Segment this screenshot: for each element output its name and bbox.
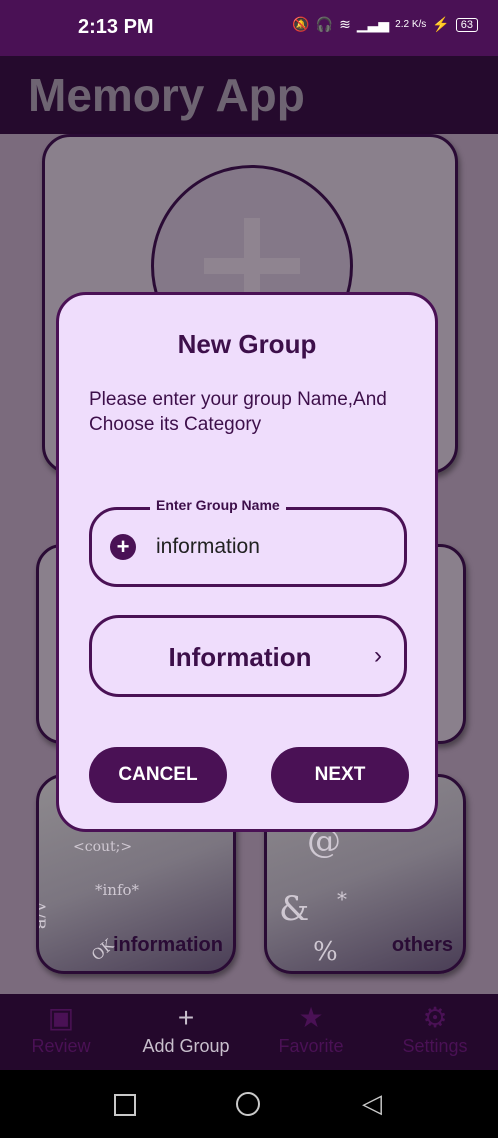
deco-text: % <box>313 937 338 967</box>
deco-text: A/B <box>36 901 49 930</box>
status-icons: 🔕 🎧 ≋ ▁▃▅ 2.2 K/s ⚡ 63 <box>292 16 478 33</box>
system-nav-bar: ◁ <box>0 1070 498 1138</box>
group-name-field[interactable]: Enter Group Name + <box>89 497 407 587</box>
signal-icon: ▁▃▅ <box>356 16 390 32</box>
dialog-title: New Group <box>177 329 317 359</box>
field-label: Enter Group Name <box>150 497 286 513</box>
network-speed: 2.2 K/s <box>395 19 427 30</box>
plus-icon: + <box>177 1002 195 1033</box>
status-time: 2:13 PM <box>78 16 154 38</box>
cancel-button[interactable]: CANCEL <box>89 747 227 803</box>
nav-item-review[interactable]: ▣ Review <box>6 1000 116 1057</box>
back-button[interactable]: ◁ <box>362 1090 382 1116</box>
bottom-nav: ▣ Review + Add Group ★ Favorite ⚙ Settin… <box>0 994 498 1070</box>
nav-label: Add Group <box>142 1036 230 1056</box>
deco-text: *info* <box>95 881 140 899</box>
recents-button[interactable] <box>114 1094 136 1116</box>
battery-indicator: 63 <box>455 17 478 32</box>
home-button[interactable] <box>236 1092 260 1116</box>
category-value: Information <box>168 642 312 672</box>
category-selector[interactable]: Information › <box>89 615 407 697</box>
charging-icon: ⚡ <box>432 16 450 32</box>
new-group-dialog: New Group Please enter your group Name,A… <box>56 292 438 832</box>
chat-plus-icon: ▣ <box>47 1002 75 1033</box>
chevron-right-icon: › <box>374 642 382 669</box>
next-button[interactable]: NEXT <box>271 747 409 803</box>
nav-label: Settings <box>402 1036 468 1056</box>
nav-label: Favorite <box>278 1036 344 1056</box>
wifi-icon: ≋ <box>339 16 351 32</box>
star-icon: ★ <box>298 1002 324 1033</box>
deco-text: <cout;> <box>73 839 133 855</box>
deco-text: & <box>279 889 310 929</box>
headphones-icon: 🎧 <box>315 16 334 32</box>
nav-item-favorite[interactable]: ★ Favorite <box>256 1000 366 1057</box>
nav-label: Review <box>31 1036 91 1056</box>
app-bar: Memory App <box>0 56 498 134</box>
status-bar: 2:13 PM 🔕 🎧 ≋ ▁▃▅ 2.2 K/s ⚡ 63 <box>0 0 498 56</box>
nav-item-settings[interactable]: ⚙ Settings <box>380 1000 490 1057</box>
category-label: information <box>113 934 223 956</box>
gear-icon: ⚙ <box>422 1002 448 1033</box>
dialog-message: Please enter your group Name,And Choose … <box>89 389 387 435</box>
category-label: others <box>391 934 453 956</box>
app-title: Memory App <box>28 69 305 121</box>
add-circle-icon: + <box>110 534 136 560</box>
nav-item-add-group[interactable]: + Add Group <box>131 1000 241 1057</box>
deco-text: * <box>337 887 347 911</box>
mute-icon: 🔕 <box>292 16 310 32</box>
group-name-input[interactable] <box>156 532 386 562</box>
